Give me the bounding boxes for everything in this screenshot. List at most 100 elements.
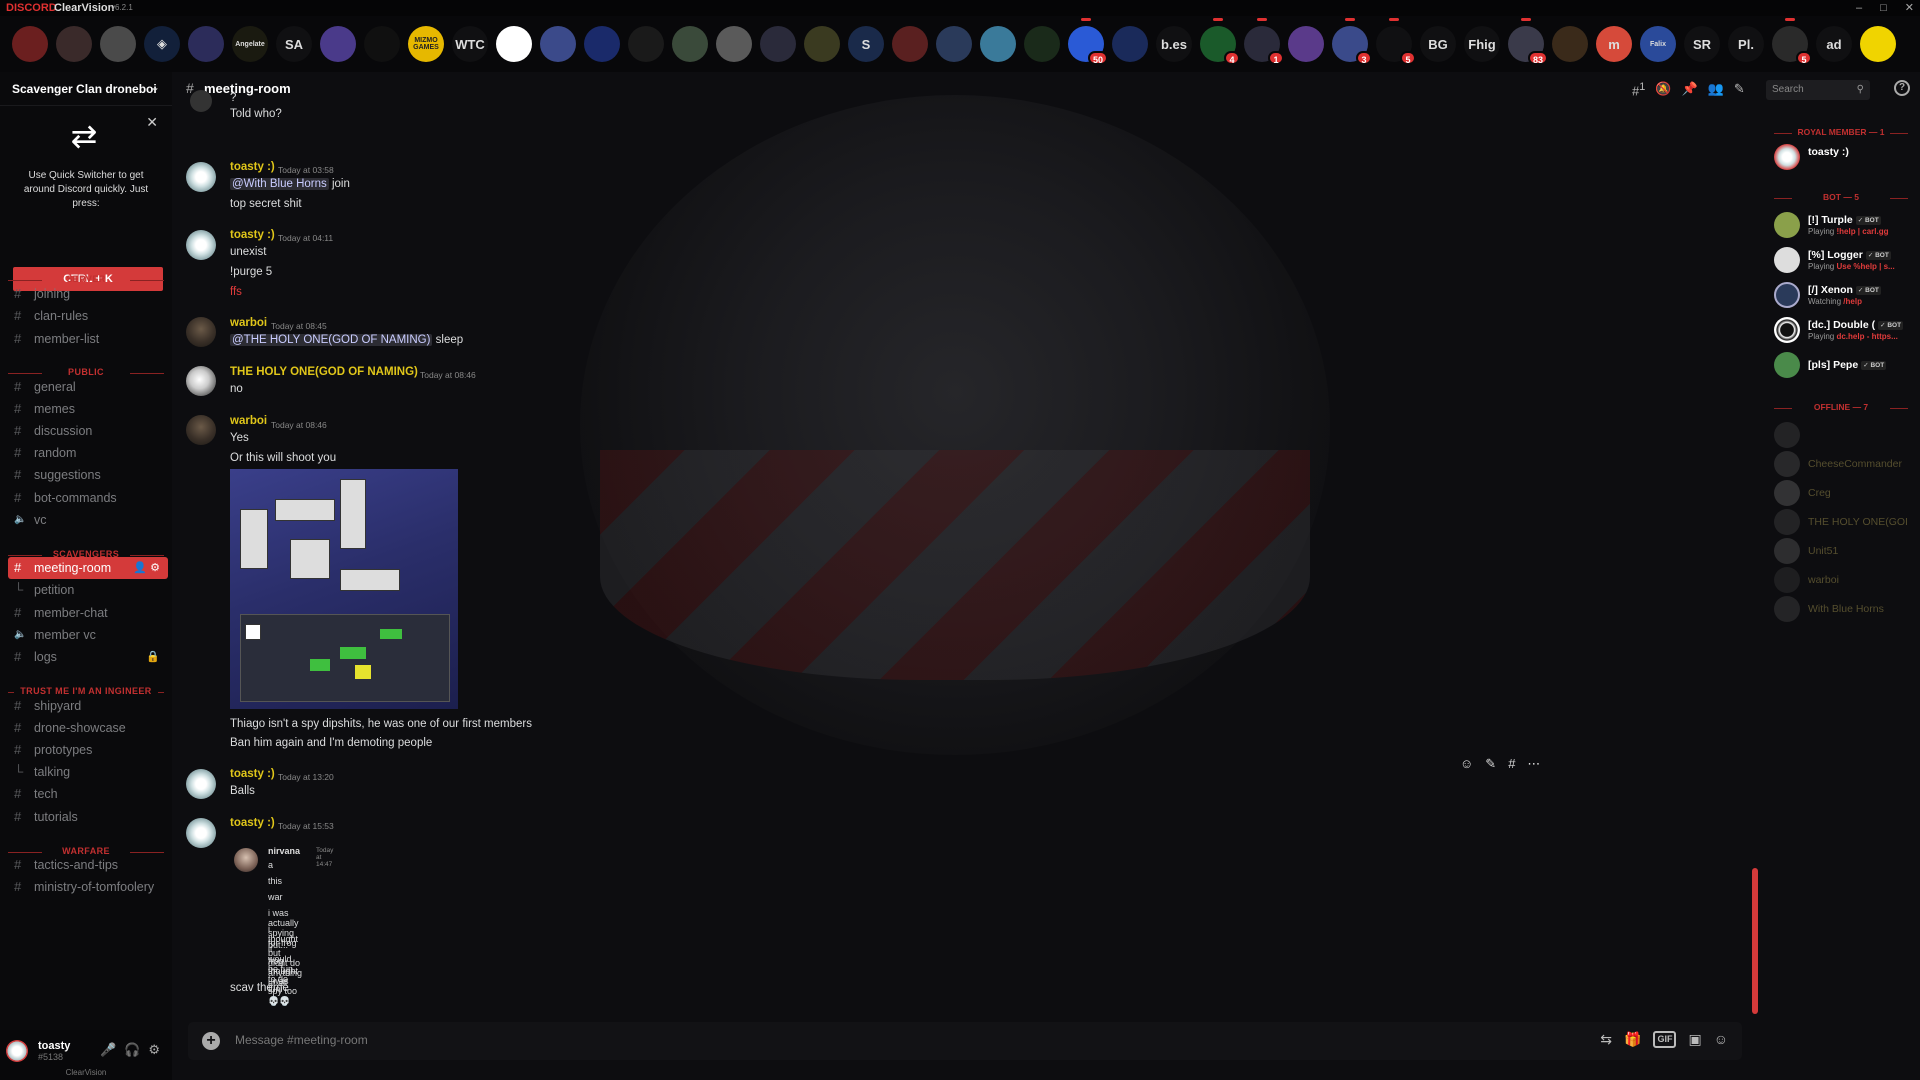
member-item[interactable]: [%] Logger ✓ BOT Playing Use %help | s...	[1774, 245, 1920, 275]
channel-item[interactable]: # member-list	[8, 328, 168, 350]
message-author[interactable]: toasty :)	[230, 229, 275, 241]
server-icon[interactable]	[980, 26, 1016, 62]
channel-item[interactable]: # bot-commands	[8, 487, 168, 509]
server-icon[interactable]: 1	[1244, 18, 1284, 65]
server-icon[interactable]: 3	[1332, 18, 1372, 65]
add-attachment-button[interactable]: +	[202, 1032, 220, 1050]
channel-item[interactable]: # logs 🔒	[8, 646, 168, 668]
member-item[interactable]: With Blue Horns	[1774, 594, 1920, 624]
server-icon[interactable]	[1552, 26, 1588, 62]
member-item[interactable]: [dc.] Double (✓ BOT Playing dc.help - ht…	[1774, 315, 1920, 345]
emoji-icon[interactable]: ☺	[1714, 1031, 1728, 1048]
server-icon[interactable]	[1112, 26, 1148, 62]
server-icon[interactable]	[804, 26, 840, 62]
server-icon[interactable]	[1288, 26, 1324, 62]
channel-item[interactable]: # shipyard	[8, 695, 168, 717]
thread-icon[interactable]: #	[1508, 756, 1515, 772]
member-list-icon[interactable]: 👥	[1708, 81, 1724, 98]
server-icon[interactable]: BG	[1420, 26, 1456, 62]
server-icon[interactable]	[56, 26, 92, 62]
avatar[interactable]	[186, 366, 216, 396]
server-icon[interactable]	[100, 26, 136, 62]
server-icon[interactable]: SR	[1684, 26, 1720, 62]
channel-item[interactable]: # tech	[8, 783, 168, 805]
server-icon[interactable]: ad	[1816, 26, 1852, 62]
message-author[interactable]: toasty :)	[230, 817, 275, 829]
mute-icon[interactable]: 🎤	[100, 1042, 116, 1058]
user-mention[interactable]: @THE HOLY ONE(GOD OF NAMING)	[230, 334, 433, 346]
message-author[interactable]: warboi	[230, 415, 267, 427]
edit-icon[interactable]: ✎	[1485, 756, 1496, 772]
channel-item[interactable]: # tutorials	[8, 806, 168, 828]
channel-item[interactable]: 🔈 vc	[8, 509, 168, 531]
server-icon[interactable]: Angelate	[232, 26, 268, 62]
member-item[interactable]: [pls] Pepe ✓ BOT	[1774, 350, 1920, 380]
server-icon[interactable]	[1024, 26, 1060, 62]
minimize-button[interactable]: –	[1856, 0, 1862, 16]
server-icon[interactable]	[320, 26, 356, 62]
server-icon[interactable]	[12, 26, 48, 62]
notifications-icon[interactable]: 🔕	[1655, 81, 1671, 98]
server-header[interactable]: Scavenger Clan droneboi ⌄	[0, 72, 172, 106]
avatar[interactable]	[186, 415, 216, 445]
server-icon[interactable]: WTC	[452, 26, 488, 62]
member-item[interactable]: [!] Turple ✓ BOT Playing !help | carl.gg	[1774, 210, 1920, 240]
message-author[interactable]: warboi	[230, 317, 267, 329]
message-author[interactable]: toasty :)	[230, 768, 275, 780]
channel-item[interactable]: # ministry-of-tomfoolery	[8, 876, 168, 898]
server-icon[interactable]: SA	[276, 26, 312, 62]
channel-item[interactable]: # discussion	[8, 420, 168, 442]
server-icon[interactable]: 4	[1200, 18, 1240, 65]
member-item[interactable]: THE HOLY ONE(GOI	[1774, 507, 1920, 537]
server-icon[interactable]: m	[1596, 26, 1632, 62]
server-icon[interactable]: Fhig	[1464, 26, 1500, 62]
channel-item[interactable]: └ talking	[8, 761, 168, 783]
channel-item[interactable]: # memes	[8, 398, 168, 420]
server-icon[interactable]	[540, 26, 576, 62]
avatar[interactable]	[186, 317, 216, 347]
server-icon[interactable]: 5	[1376, 18, 1416, 65]
server-icon[interactable]	[496, 26, 532, 62]
server-icon[interactable]	[760, 26, 796, 62]
server-icon[interactable]: MIZMO GAMES	[408, 26, 444, 62]
search-input[interactable]: Search ⚲	[1766, 80, 1870, 100]
avatar[interactable]	[6, 1040, 28, 1062]
channel-item[interactable]: # tactics-and-tips	[8, 854, 168, 876]
attached-image[interactable]	[230, 469, 458, 709]
scrollbar[interactable]	[1752, 868, 1758, 1014]
channel-item[interactable]: └ petition	[8, 579, 168, 601]
member-item[interactable]: [/] Xenon ✓ BOT Watching /help	[1774, 280, 1920, 310]
server-icon[interactable]: 83	[1508, 18, 1548, 65]
member-item[interactable]: Creg	[1774, 478, 1920, 508]
avatar[interactable]	[186, 230, 216, 260]
server-icon[interactable]	[672, 26, 708, 62]
server-icon[interactable]: 50	[1068, 18, 1108, 65]
user-mention[interactable]: @With Blue Horns	[230, 178, 329, 190]
headphones-icon[interactable]: 🎧	[124, 1042, 140, 1058]
close-window-button[interactable]: ✕	[1905, 0, 1914, 16]
channel-item[interactable]: # prototypes	[8, 739, 168, 761]
avatar[interactable]	[186, 162, 216, 192]
close-icon[interactable]: ✕	[146, 114, 158, 131]
server-icon[interactable]	[628, 26, 664, 62]
server-icon[interactable]	[892, 26, 928, 62]
server-icon[interactable]	[936, 26, 972, 62]
threads-icon[interactable]: #1	[1632, 81, 1645, 98]
gif-icon[interactable]: GIF	[1653, 1031, 1677, 1048]
member-item[interactable]: Unit51	[1774, 536, 1920, 566]
channel-item[interactable]: # meeting-room 👤 ⚙	[8, 557, 168, 579]
channel-item[interactable]: # member-chat	[8, 602, 168, 624]
server-icon[interactable]: b.es	[1156, 26, 1192, 62]
gear-icon[interactable]: ⚙	[148, 1042, 160, 1058]
server-icon[interactable]: ◈	[144, 26, 180, 62]
server-icon[interactable]	[1860, 26, 1896, 62]
sticker-icon[interactable]: ▣	[1688, 1031, 1701, 1048]
avatar[interactable]	[186, 769, 216, 799]
server-icon[interactable]: Pl.	[1728, 26, 1764, 62]
channel-settings-icon[interactable]: 👤 ⚙	[133, 557, 160, 579]
message-input[interactable]: + Message #meeting-room ⇆ 🎁 GIF ▣ ☺	[188, 1022, 1742, 1060]
help-icon[interactable]: ?	[1894, 80, 1910, 96]
channel-item[interactable]: # suggestions	[8, 464, 168, 486]
message-author[interactable]: toasty :)	[230, 161, 275, 173]
server-icon[interactable]	[188, 26, 224, 62]
